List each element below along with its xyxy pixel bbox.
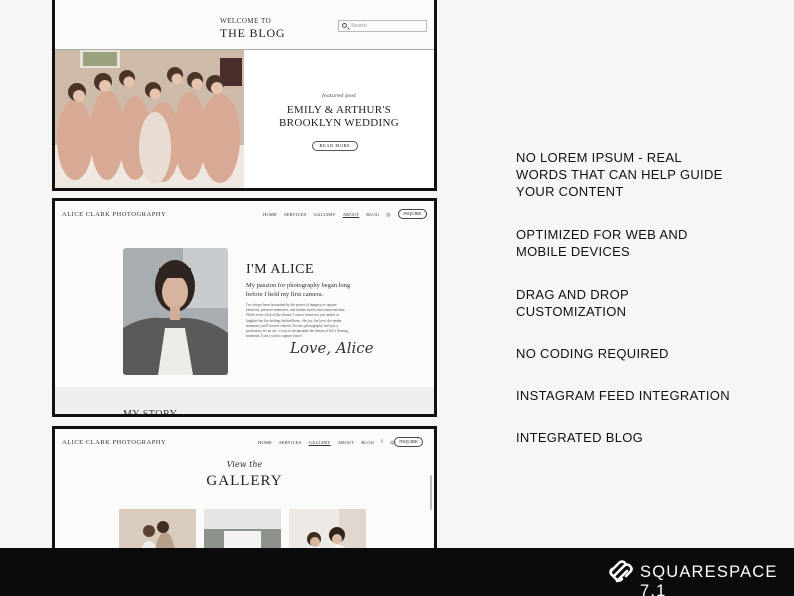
about-body-text: I've always been fascinated by the power… [246,303,348,339]
featured-post-title[interactable]: EMILY & ARTHUR'S BROOKLYN WEDDING [244,104,434,130]
blog-title: THE BLOG [220,26,286,40]
feature-line: DRAG AND DROP [516,287,629,302]
nav-blog[interactable]: BLOG [366,212,379,218]
read-more-button[interactable]: READ MORE [312,141,358,151]
about-subheading: My passion for photography began long be… [246,282,351,298]
inquire-button[interactable]: INQUIRE [394,437,423,447]
feature-line: WORDS THAT CAN HELP GUIDE [516,167,723,182]
nav-gallery[interactable]: GALLERY [314,212,336,218]
squarespace-logo-icon [609,560,633,583]
bridal-party-image [55,50,244,188]
inquire-button[interactable]: INQUIRE [398,209,427,219]
nav-services[interactable]: SERVICES [279,440,302,446]
alice-portrait-photo [123,248,228,375]
feature-line: INTEGRATED BLOG [516,430,644,445]
gallery-navbar: ALICE CLARK PHOTOGRAPHY HOME SERVICES GA… [55,429,434,459]
blog-page-screenshot: WELCOME TO THE BLOG Search featured post… [52,0,437,191]
site-brand[interactable]: ALICE CLARK PHOTOGRAPHY [62,439,166,446]
nav-home[interactable]: HOME [258,440,272,446]
feature-line: OPTIMIZED FOR WEB AND [516,227,688,242]
search-placeholder: Search [351,23,367,29]
nav-services[interactable]: SERVICES [284,212,307,218]
about-heading: I'M ALICE [246,262,315,277]
squarespace-version-label: SQUARESPACE 7.1 [640,563,778,596]
facebook-icon[interactable]: f [381,440,383,446]
featured-post-photo[interactable] [55,50,244,188]
nav-gallery[interactable]: GALLERY [309,440,331,446]
blog-header: WELCOME TO THE BLOG Search [55,0,434,50]
portrait-image [123,248,228,375]
nav-links: HOME SERVICES GALLERY ABOUT BLOG ◎ f [263,212,400,218]
feature-line: CUSTOMIZATION [516,304,627,319]
instagram-icon[interactable]: ◎ [386,212,391,218]
scrollbar[interactable] [430,475,432,510]
feature-line: NO CODING REQUIRED [516,346,669,361]
feature-line: INSTAGRAM FEED INTEGRATION [516,388,730,403]
featured-post-panel: featured post EMILY & ARTHUR'S BROOKLYN … [244,50,434,188]
about-navbar: ALICE CLARK PHOTOGRAPHY HOME SERVICES GA… [55,201,434,231]
gallery-script-label: View the [226,460,263,469]
nav-about[interactable]: ABOUT [343,212,360,218]
story-section-band [55,387,434,414]
about-page-screenshot: ALICE CLARK PHOTOGRAPHY HOME SERVICES GA… [52,198,437,417]
nav-blog[interactable]: BLOG [361,440,374,446]
blog-search-input[interactable]: Search [338,20,427,32]
post-title-line-1: EMILY & ARTHUR'S [286,104,392,116]
featured-post-label: featured post [322,93,356,99]
site-brand[interactable]: ALICE CLARK PHOTOGRAPHY [62,211,166,218]
feature-line: MOBILE DEVICES [516,244,631,259]
blog-welcome-label: WELCOME TO [220,17,272,25]
nav-links: HOME SERVICES GALLERY ABOUT BLOG f ◎ [258,440,395,446]
search-icon [342,23,347,28]
signature: Love, Alice [290,339,374,357]
nav-home[interactable]: HOME [263,212,277,218]
gallery-title: GALLERY [206,473,283,489]
feature-line: YOUR CONTENT [516,184,624,199]
my-story-heading: MY STORY [123,409,178,417]
nav-about[interactable]: ABOUT [338,440,355,446]
post-title-line-2: BROOKLYN WEDDING [279,117,399,129]
feature-line: NO LOREM IPSUM - REAL [516,150,682,165]
